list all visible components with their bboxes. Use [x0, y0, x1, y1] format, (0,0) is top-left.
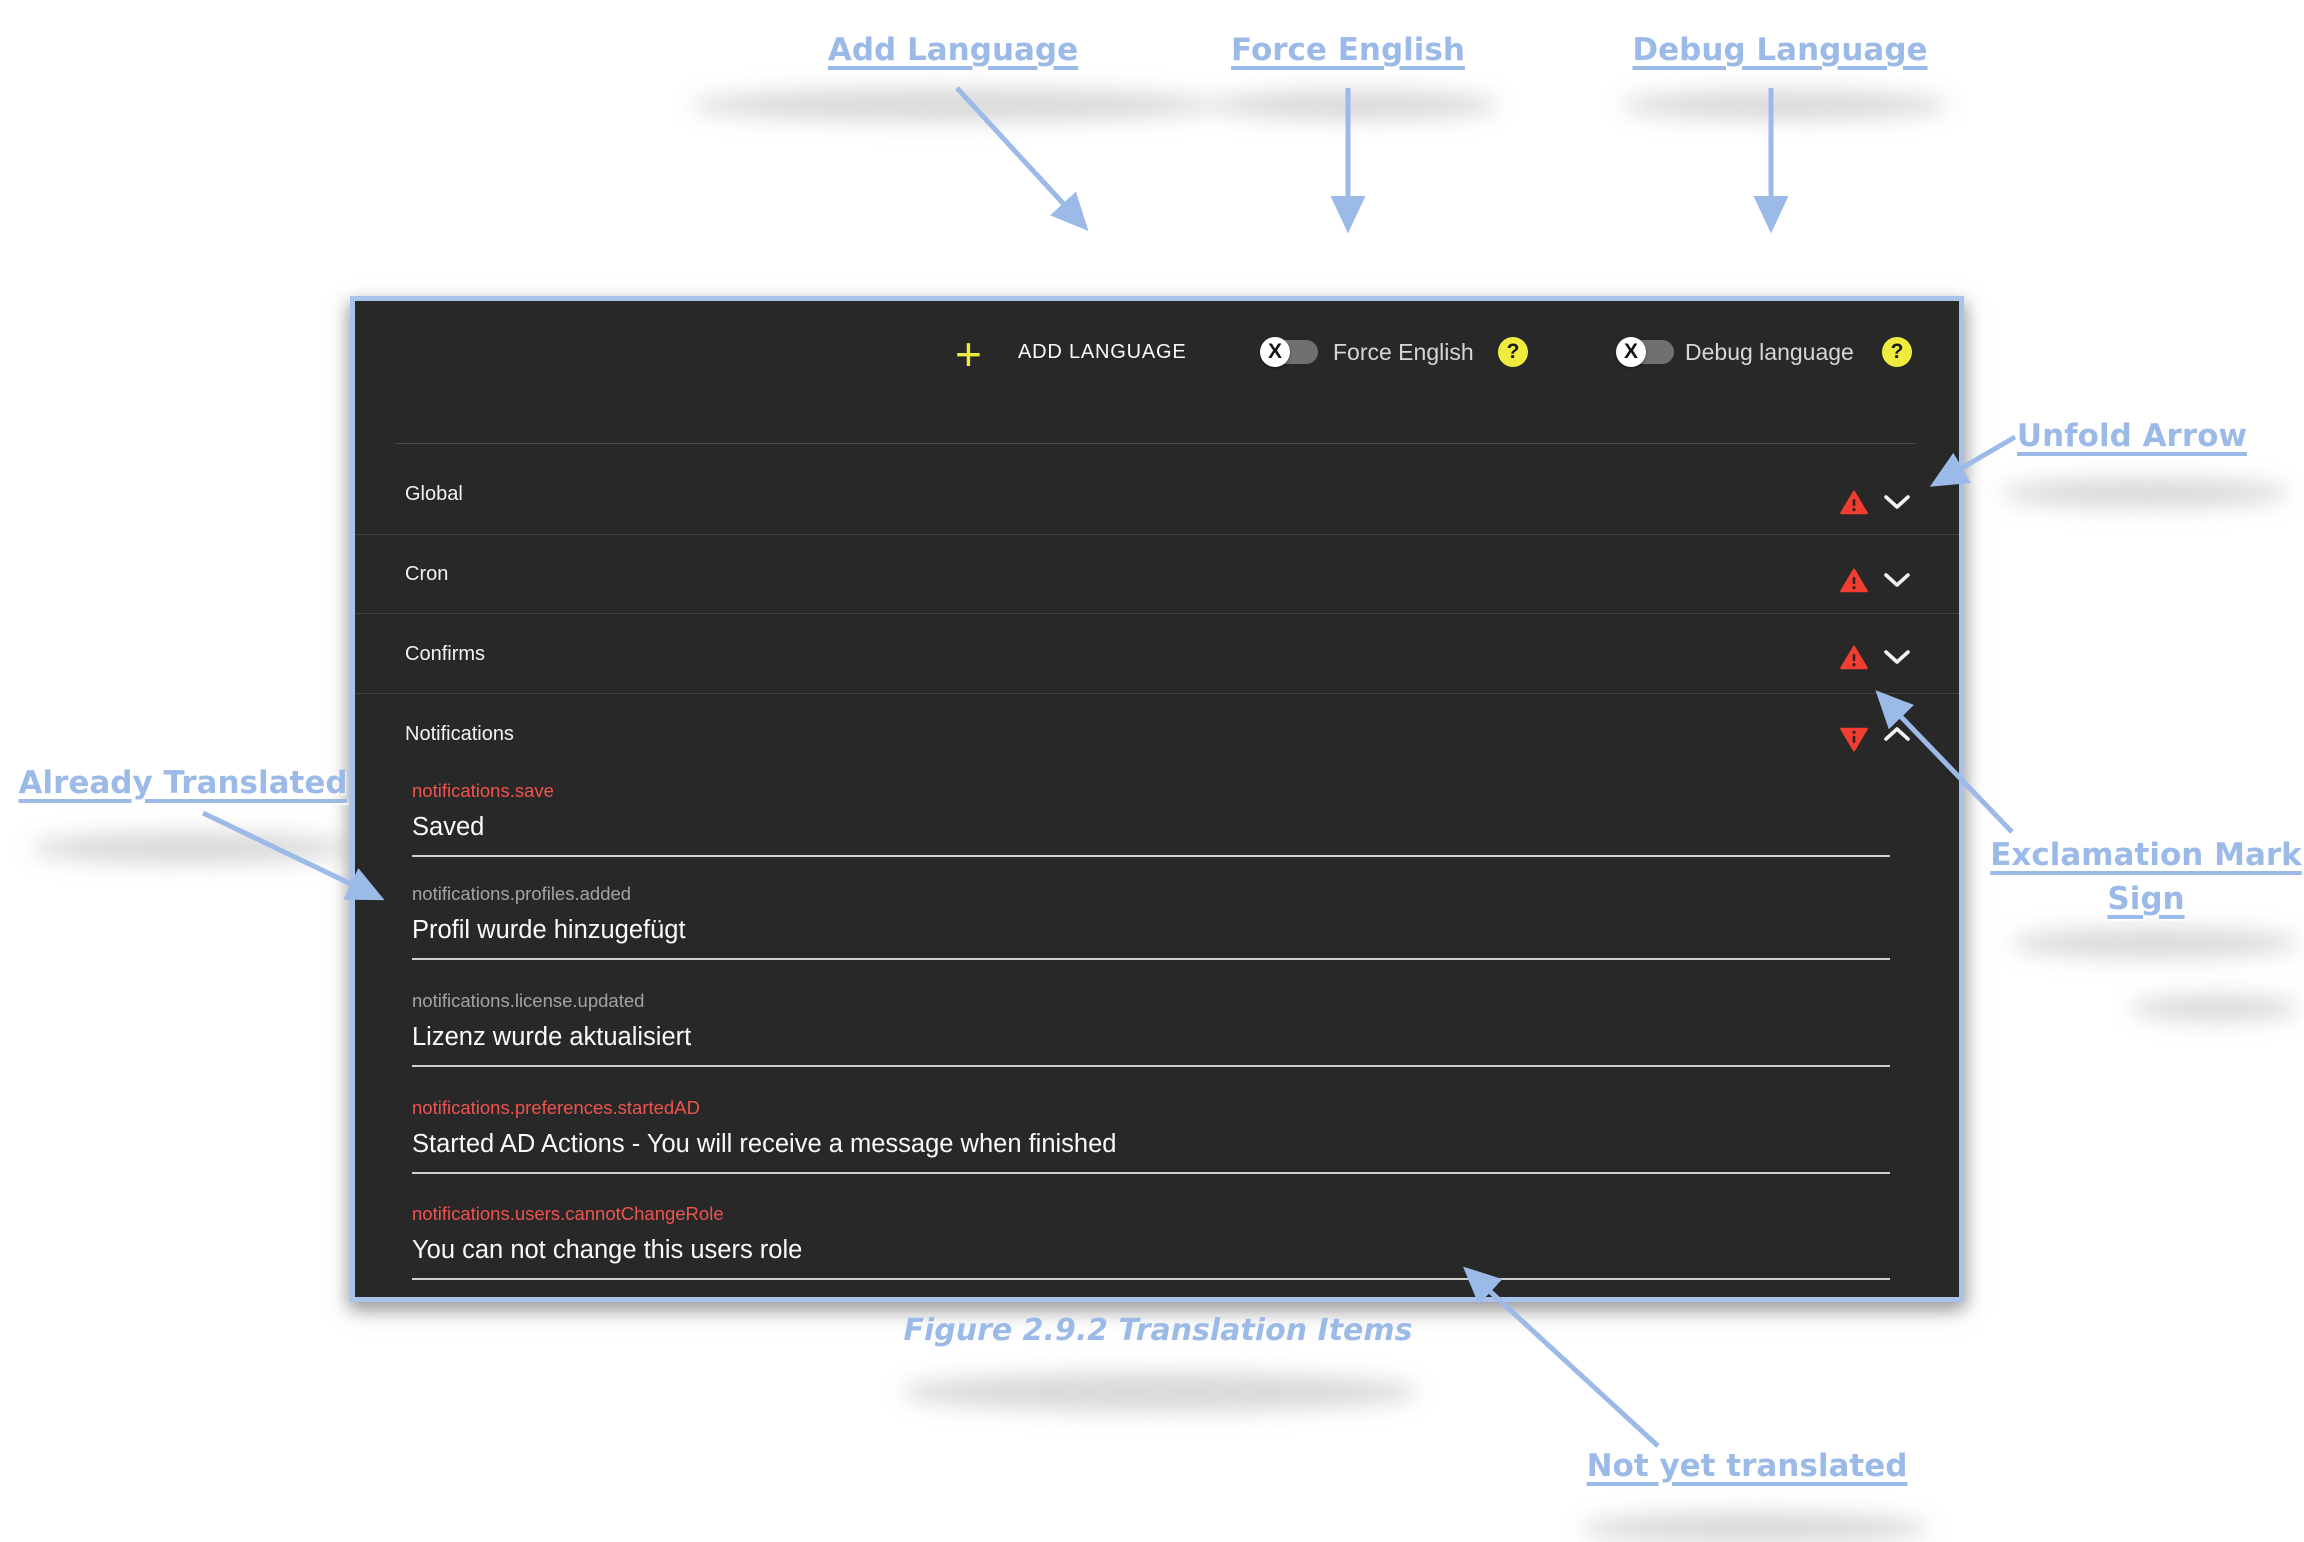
debug-language-annotation: Debug Language	[1632, 32, 1927, 68]
debug-language-help-icon[interactable]: ?	[1882, 337, 1912, 367]
shadow-blob	[1580, 1512, 1930, 1542]
input-underline	[412, 1065, 1890, 1067]
translation-value-input[interactable]: You can not change this users role	[412, 1234, 1890, 1266]
shadow-blob	[2130, 995, 2300, 1021]
divider	[395, 443, 1916, 444]
input-underline	[412, 958, 1890, 960]
shadow-blob	[2000, 478, 2290, 508]
warning-icon-inverted	[1840, 727, 1868, 752]
force-english-toggle[interactable]: X	[1260, 337, 1318, 367]
debug-language-toggle[interactable]: X	[1616, 337, 1674, 367]
chevron-up-icon[interactable]	[1883, 726, 1911, 742]
figure-caption: Figure 2.9.2 Translation Items	[903, 1313, 1412, 1348]
force-english-annotation: Force English	[1231, 32, 1465, 68]
translation-value-input[interactable]: Profil wurde hinzugefügt	[412, 914, 1890, 946]
translation-key: notifications.preferences.startedAD	[412, 1096, 1890, 1120]
exclamation-mark-annotation-line1: Exclamation Mark	[1990, 837, 2302, 873]
shadow-blob	[1210, 90, 1500, 120]
not-yet-translated-annotation: Not yet translated	[1587, 1448, 1908, 1484]
chevron-down-icon[interactable]	[1883, 649, 1911, 665]
divider	[355, 613, 1959, 614]
translation-key: notifications.profiles.added	[412, 882, 1890, 906]
translation-panel: + ADD LANGUAGE X Force English ? X Debug…	[350, 296, 1964, 1302]
toggle-knob-x-icon: X	[1260, 337, 1290, 367]
translation-value-input[interactable]: Saved	[412, 811, 1890, 843]
debug-language-label: Debug language	[1685, 337, 1854, 367]
translation-key: notifications.users.cannotChangeRole	[412, 1202, 1890, 1226]
warning-icon	[1840, 645, 1868, 670]
translation-item: notifications.profiles.added Profil wurd…	[412, 882, 1890, 960]
translation-value-input[interactable]: Lizenz wurde aktualisiert	[412, 1021, 1890, 1053]
add-language-button[interactable]: ADD LANGUAGE	[1018, 339, 1187, 365]
shadow-blob	[2010, 928, 2300, 958]
translation-item: notifications.preferences.startedAD Star…	[412, 1096, 1890, 1174]
input-underline	[412, 1278, 1890, 1280]
shadow-blob	[1620, 90, 1950, 120]
unfold-arrow-annotation: Unfold Arrow	[2017, 418, 2247, 454]
translation-key: notifications.save	[412, 779, 1890, 803]
warning-icon	[1840, 490, 1868, 515]
figure-page: + ADD LANGUAGE X Force English ? X Debug…	[0, 0, 2304, 1542]
shadow-blob	[690, 88, 1220, 122]
input-underline	[412, 1172, 1890, 1174]
force-english-label: Force English	[1333, 337, 1474, 367]
section-row-confirms[interactable]: Confirms	[405, 642, 485, 666]
toggle-knob-x-icon: X	[1616, 337, 1646, 367]
translation-value-input[interactable]: Started AD Actions - You will receive a …	[412, 1128, 1890, 1160]
chevron-down-icon[interactable]	[1883, 494, 1911, 510]
divider	[355, 693, 1959, 694]
section-row-global[interactable]: Global	[405, 482, 463, 506]
exclamation-mark-annotation-line2: Sign	[2107, 881, 2184, 917]
section-row-cron[interactable]: Cron	[405, 562, 448, 586]
translation-item: notifications.save Saved	[412, 779, 1890, 857]
shadow-blob	[900, 1372, 1420, 1412]
translation-key: notifications.license.updated	[412, 989, 1890, 1013]
chevron-down-icon[interactable]	[1883, 572, 1911, 588]
force-english-help-icon[interactable]: ?	[1498, 337, 1528, 367]
section-row-notifications[interactable]: Notifications	[405, 722, 514, 746]
exclamation-mark-annotation: Exclamation Mark Sign	[1990, 833, 2302, 921]
translation-item: notifications.license.updated Lizenz wur…	[412, 989, 1890, 1067]
divider	[355, 534, 1959, 535]
translation-item: notifications.users.cannotChangeRole You…	[412, 1202, 1890, 1280]
warning-icon	[1840, 568, 1868, 593]
input-underline	[412, 855, 1890, 857]
shadow-blob	[30, 832, 350, 864]
already-translated-annotation: Already Translated	[18, 765, 347, 801]
plus-icon: +	[955, 331, 982, 377]
add-language-annotation: Add Language	[828, 32, 1078, 68]
